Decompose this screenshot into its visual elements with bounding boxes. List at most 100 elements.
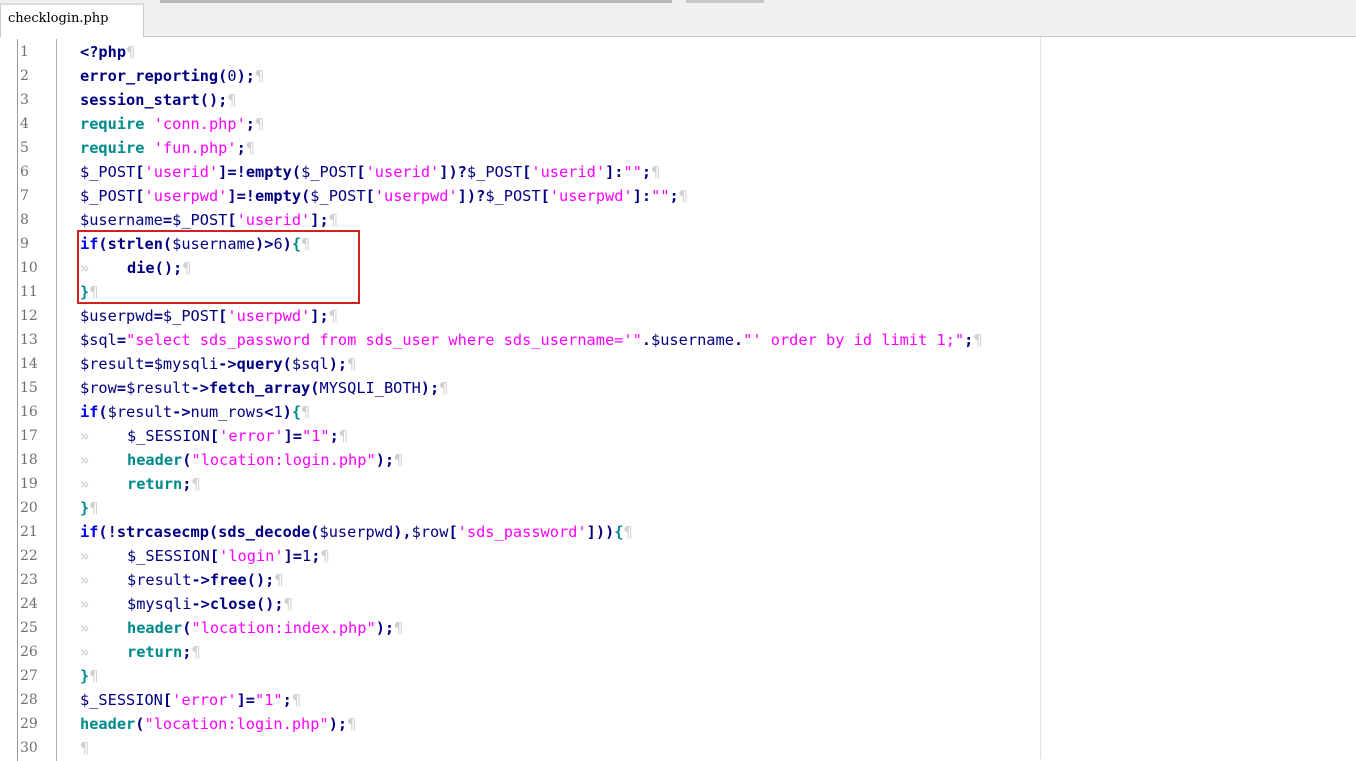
code-text[interactable]: » die();¶ (80, 255, 192, 279)
code-token: if (80, 403, 99, 421)
code-text[interactable]: » $mysqli->close();¶ (80, 591, 293, 615)
code-line[interactable]: 29 header("location:login.php");¶ (0, 711, 1356, 735)
code-token: ) (282, 403, 292, 421)
code-token: $_POST (172, 211, 228, 229)
code-token: ]= (283, 547, 302, 565)
code-token: ); (328, 715, 348, 733)
code-line[interactable]: 13 $sql="select sds_password from sds_use… (0, 327, 1356, 351)
code-line[interactable]: 4 require 'conn.php';¶ (0, 111, 1356, 135)
code-line[interactable]: 6 $_POST['userid']=!empty($_POST['userid'… (0, 159, 1356, 183)
pilcrow-marker: ¶ (678, 187, 688, 205)
code-text[interactable]: if($result->num_rows<1){¶ (80, 399, 310, 423)
code-token: ]=! (218, 163, 246, 181)
code-text[interactable]: » $_SESSION['error']="1";¶ (80, 423, 348, 447)
code-line[interactable]: 24 » $mysqli->close();¶ (0, 591, 1356, 615)
pilcrow-marker: ¶ (301, 235, 311, 253)
code-line[interactable]: 5 require 'fun.php';¶ (0, 135, 1356, 159)
code-line[interactable]: 15 $row=$result->fetch_array(MYSQLI_BOTH)… (0, 375, 1356, 399)
code-text[interactable]: if(strlen($username)>6){¶ (80, 231, 310, 255)
pilcrow-marker: ¶ (255, 67, 265, 85)
code-text[interactable]: » return;¶ (80, 471, 201, 495)
code-token: ( (291, 163, 302, 181)
code-text[interactable]: $_POST['userid']=!empty($_POST['userid']… (80, 159, 660, 183)
background-tab[interactable] (160, 0, 672, 3)
code-text[interactable]: session_start();¶ (80, 87, 237, 111)
code-token: ( (310, 523, 320, 541)
background-tab[interactable] (686, 0, 764, 3)
code-line[interactable]: 30 ¶ (0, 735, 1356, 759)
code-text[interactable]: }¶ (80, 663, 98, 687)
code-line[interactable]: 23 » $result->free();¶ (0, 567, 1356, 591)
code-text[interactable]: $sql="select sds_password from sds_user … (80, 327, 983, 351)
code-token: { (291, 403, 302, 421)
code-text[interactable]: error_reporting(0);¶ (80, 63, 264, 87)
code-text[interactable]: $result=$mysqli->query($sql);¶ (80, 351, 356, 375)
code-line[interactable]: 27}¶ (0, 663, 1356, 687)
code-text[interactable]: if(!strcasecmp(sds_decode($userpwd),$row… (80, 519, 633, 543)
code-token: "' order by id limit 1;" (743, 331, 965, 349)
code-token: $username (80, 211, 163, 229)
code-text[interactable]: require 'conn.php';¶ (80, 111, 264, 135)
code-text[interactable]: header("location:login.php");¶ (80, 711, 356, 735)
code-token: ( (98, 235, 108, 253)
code-text[interactable]: » $_SESSION['login']=1;¶ (80, 543, 330, 567)
code-line[interactable]: 25» header("location:index.php");¶ (0, 615, 1356, 639)
code-line[interactable]: 11}¶ (0, 279, 1356, 303)
code-line[interactable]: 18» header("location:login.php");¶ (0, 447, 1356, 471)
code-text[interactable]: ¶ (80, 735, 89, 759)
code-line[interactable]: 28 $_SESSION['error']="1";¶ (0, 687, 1356, 711)
code-token: "location:index.php" (191, 619, 376, 637)
code-text[interactable]: $_SESSION['error']="1";¶ (80, 687, 301, 711)
code-token: [ (540, 187, 550, 205)
code-token: -> (190, 379, 209, 397)
code-line[interactable]: 1 <?php¶ (0, 39, 1356, 63)
code-text[interactable]: » return;¶ (80, 639, 201, 663)
code-token: = (153, 307, 163, 325)
line-number: 17 (20, 428, 38, 444)
line-number: 19 (20, 476, 38, 492)
code-line[interactable]: 7 $_POST['userpwd']=!empty($_POST['userpw… (0, 183, 1356, 207)
code-line[interactable]: 10 » die();¶ (0, 255, 1356, 279)
pilcrow-marker: ¶ (973, 331, 983, 349)
code-line[interactable]: 12 $userpwd=$_POST['userpwd'];¶ (0, 303, 1356, 327)
code-line[interactable]: 26» return;¶ (0, 639, 1356, 663)
code-text[interactable]: <?php¶ (80, 39, 135, 63)
code-editor[interactable]: 1 <?php¶ 2 error_reporting(0);¶ 3 session_sta… (0, 37, 1356, 761)
code-token: "select sds_password from sds_user where… (126, 331, 642, 349)
code-token: strlen (107, 235, 163, 253)
code-token: 'error' (219, 427, 284, 445)
code-token: $username (651, 331, 734, 349)
code-text[interactable]: » header("location:index.php");¶ (80, 615, 403, 639)
code-line[interactable]: 19 » return;¶ (0, 471, 1356, 495)
code-text[interactable]: require 'fun.php';¶ (80, 135, 255, 159)
code-token: die (127, 259, 155, 277)
code-text[interactable]: $row=$result->fetch_array(MYSQLI_BOTH);¶ (80, 375, 448, 399)
code-line[interactable]: 8 $username=$_POST['userid'];¶ (0, 207, 1356, 231)
tab-checklogin[interactable]: checklogin.php (0, 3, 144, 37)
code-token: ]; (310, 211, 329, 229)
code-text[interactable]: }¶ (80, 279, 98, 303)
code-line[interactable]: 3 session_start();¶ (0, 87, 1356, 111)
code-text[interactable]: $_POST['userpwd']=!empty($_POST['userpwd… (80, 183, 688, 207)
code-line[interactable]: 20}¶ (0, 495, 1356, 519)
pilcrow-marker: ¶ (328, 211, 338, 229)
code-line[interactable]: 16 if($result->num_rows<1){¶ (0, 399, 1356, 423)
line-number: 28 (20, 692, 38, 708)
code-text[interactable]: $username=$_POST['userid'];¶ (80, 207, 338, 231)
code-line[interactable]: 2 error_reporting(0);¶ (0, 63, 1356, 87)
code-text[interactable]: » $result->free();¶ (80, 567, 284, 591)
code-text[interactable]: }¶ (80, 495, 98, 519)
code-line[interactable]: 22» $_SESSION['login']=1;¶ (0, 543, 1356, 567)
code-text[interactable]: $userpwd=$_POST['userpwd'];¶ (80, 303, 338, 327)
code-token: header (127, 619, 183, 637)
code-token: $sql (80, 331, 117, 349)
code-line[interactable]: 9 if(strlen($username)>6){¶ (0, 231, 1356, 255)
code-line[interactable]: 17 » $_SESSION['error']="1";¶ (0, 423, 1356, 447)
code-text[interactable]: » header("location:login.php");¶ (80, 447, 403, 471)
pilcrow-marker: ¶ (338, 427, 349, 445)
code-token: $_POST (485, 187, 541, 205)
code-line[interactable]: 21 if(!strcasecmp(sds_decode($userpwd),$r… (0, 519, 1356, 543)
code-token: ])? (439, 163, 467, 181)
code-line[interactable]: 14 $result=$mysqli->query($sql);¶ (0, 351, 1356, 375)
